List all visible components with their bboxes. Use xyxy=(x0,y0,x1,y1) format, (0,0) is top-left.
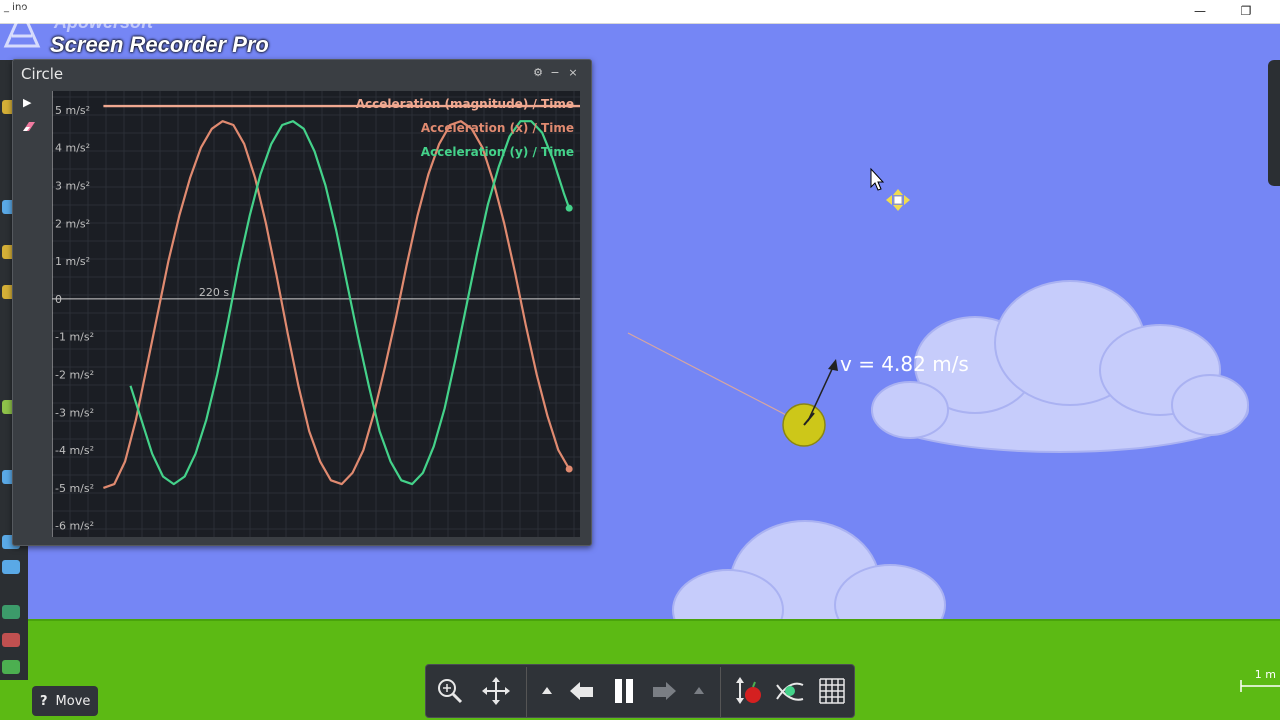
move-cursor-icon xyxy=(886,189,910,211)
show-motion-button[interactable] xyxy=(772,673,808,709)
step-up-button[interactable] xyxy=(532,673,562,709)
minimize-panel-button[interactable]: − xyxy=(548,66,562,80)
right-panel-edge[interactable] xyxy=(1268,60,1280,186)
y-tick-label: -2 m/s² xyxy=(55,368,94,381)
graph-panel[interactable]: Circle ⚙ − × ▶ 5 m/s² 4 m/s² 3 m/s² 2 m/s² 1… xyxy=(12,59,592,546)
series-line xyxy=(103,120,571,489)
y-tick-label: -6 m/s² xyxy=(55,520,94,533)
mode-indicator[interactable]: ? Move xyxy=(32,686,98,716)
scale-bar xyxy=(1240,680,1280,692)
tool-icon[interactable] xyxy=(2,605,20,619)
window-titlebar: _ ino — ❐ xyxy=(0,0,1280,24)
y-tick-label: -4 m/s² xyxy=(55,444,94,457)
y-tick-label: 5 m/s² xyxy=(55,104,90,117)
x-tick-label: 220 s xyxy=(199,286,229,299)
move-view-button[interactable] xyxy=(478,673,514,709)
acceleration-time-chart[interactable]: 5 m/s² 4 m/s² 3 m/s² 2 m/s² 1 m/s² 0 -1 m/s² -2… xyxy=(52,91,580,537)
y-tick-label: -1 m/s² xyxy=(55,331,94,344)
magnifier-icon xyxy=(438,679,463,704)
caret-up-icon xyxy=(542,687,552,694)
series-end-point xyxy=(565,465,573,473)
step-down-button[interactable] xyxy=(684,673,714,709)
motion-path-icon xyxy=(776,682,804,701)
toolbar-separator xyxy=(526,667,527,717)
redo-button[interactable] xyxy=(646,673,682,709)
velocity-vector xyxy=(807,359,838,422)
y-tick-label: 4 m/s² xyxy=(55,142,90,155)
ruler-icon[interactable] xyxy=(2,560,20,574)
tool-icon[interactable] xyxy=(2,633,20,647)
pause-icon xyxy=(615,679,633,703)
mouse-cursor-icon xyxy=(870,167,885,191)
bottom-toolbar xyxy=(425,664,855,718)
y-tick-label: 2 m/s² xyxy=(55,217,90,230)
pause-button[interactable] xyxy=(606,673,642,709)
legend-entry: Acceleration (y) / Time xyxy=(421,145,574,159)
caret-up-icon xyxy=(694,687,704,694)
grid-icon xyxy=(819,678,845,704)
velocity-label: v = 4.82 m/s xyxy=(840,352,969,376)
tool-icon[interactable] xyxy=(2,660,20,674)
y-tick-label: -5 m/s² xyxy=(55,482,94,495)
play-icon[interactable]: ▶ xyxy=(23,96,35,109)
graph-panel-title: Circle xyxy=(21,65,64,83)
undo-button[interactable] xyxy=(564,673,600,709)
restore-window-button[interactable]: ❐ xyxy=(1236,2,1256,20)
y-tick-label: 1 m/s² xyxy=(55,255,90,268)
y-tick-label: 0 xyxy=(55,293,62,306)
scale-indicator: 1 m xyxy=(1238,668,1280,698)
gravity-apple-icon xyxy=(736,677,761,704)
window-title: _ ino xyxy=(4,2,28,13)
zoom-button[interactable] xyxy=(432,673,468,709)
legend-entry: Acceleration (x) / Time xyxy=(421,121,574,135)
move-arrows-icon xyxy=(482,677,510,705)
toolbar-separator xyxy=(720,667,721,717)
undo-arrow-icon xyxy=(570,682,593,700)
motion-trail xyxy=(627,332,791,418)
y-tick-label: -3 m/s² xyxy=(55,406,94,419)
close-panel-button[interactable]: × xyxy=(566,66,580,80)
series-end-point xyxy=(565,204,573,212)
grid-button[interactable] xyxy=(814,673,850,709)
mode-label: Move xyxy=(55,693,91,709)
eraser-icon[interactable] xyxy=(21,120,37,132)
redo-arrow-icon xyxy=(653,682,676,700)
help-icon[interactable]: ? xyxy=(40,694,48,709)
minimize-window-button[interactable]: — xyxy=(1190,2,1210,20)
legend-entry: Acceleration (magnitude) / Time xyxy=(356,97,574,111)
circle-body[interactable] xyxy=(782,403,826,447)
y-tick-label: 3 m/s² xyxy=(55,179,90,192)
settings-icon[interactable]: ⚙ xyxy=(531,66,545,80)
gravity-button[interactable] xyxy=(730,673,766,709)
